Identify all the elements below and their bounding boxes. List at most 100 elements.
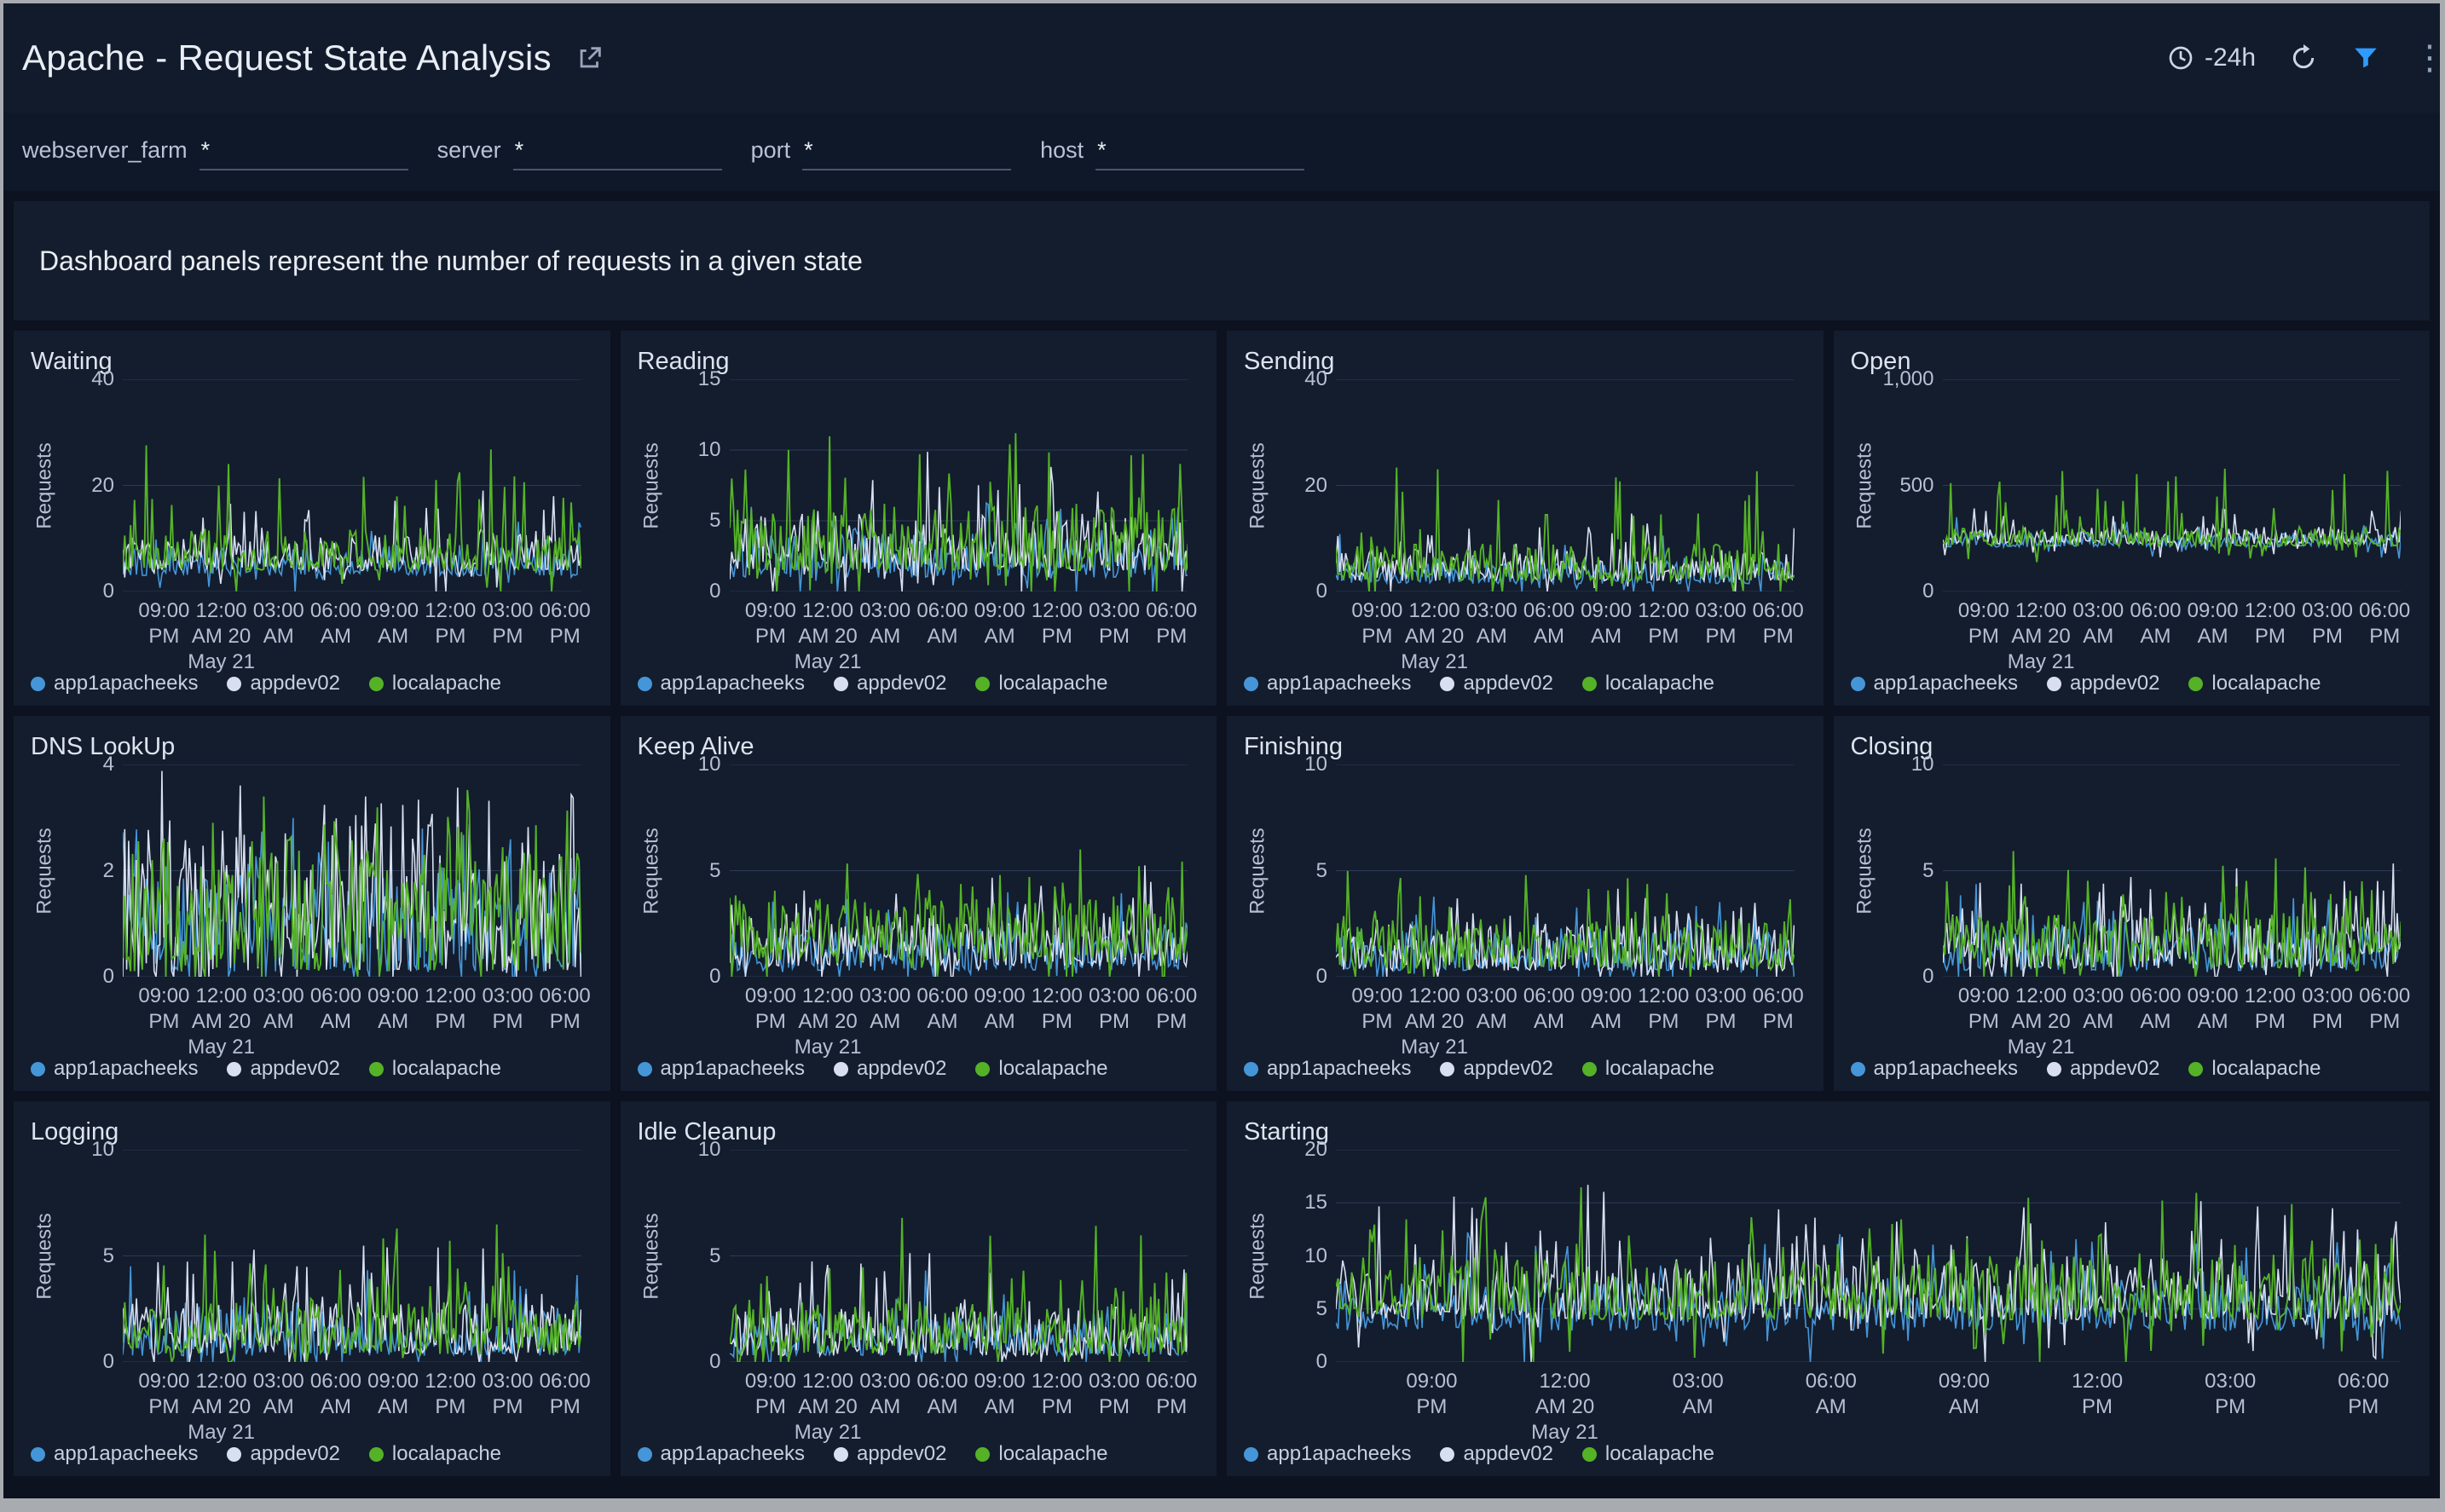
kebab-menu-icon[interactable]: ⋮ — [2413, 41, 2445, 75]
y-tick-label: 5 — [1316, 1297, 1327, 1321]
legend-item-app1apacheeks[interactable]: app1apacheeks — [31, 672, 198, 695]
legend-item-appdev02[interactable]: appdev02 — [1440, 672, 1552, 695]
legend-item-app1apacheeks[interactable]: app1apacheeks — [638, 1442, 805, 1466]
legend-item-localapache[interactable]: localapache — [2188, 672, 2321, 695]
legend-item-appdev02[interactable]: appdev02 — [227, 1442, 339, 1466]
x-tick-label: 06:00AM — [2130, 984, 2181, 1035]
legend-item-appdev02[interactable]: appdev02 — [2047, 1057, 2159, 1081]
legend-label: appdev02 — [1463, 1057, 1552, 1081]
y-axis-ticks: 024 — [60, 765, 123, 977]
legend-item-app1apacheeks[interactable]: app1apacheeks — [31, 1442, 198, 1466]
y-tick-label: 10 — [1304, 753, 1327, 776]
legend-dot — [227, 1062, 241, 1076]
legend: app1apacheeks appdev02 localapache — [1851, 1050, 2413, 1081]
legend-dot — [1851, 677, 1865, 691]
x-axis-ticks: 09:00PM12:00AM 20May 2103:00AM06:00AM09:… — [123, 592, 581, 665]
filter-webserver-farm: webserver_farm — [22, 134, 408, 170]
header-actions: -24h — [2167, 43, 2380, 72]
legend-dot — [975, 1447, 990, 1462]
x-tick-label: 03:00AM — [253, 984, 304, 1035]
chart-area: Requests05001,00009:00PM12:00AM 20May 21… — [1851, 379, 2413, 665]
legend-label: appdev02 — [2070, 672, 2159, 695]
x-tick-label: 12:00AM 20May 21 — [2008, 598, 2075, 675]
y-tick-label: 40 — [91, 367, 114, 391]
legend-item-appdev02[interactable]: appdev02 — [227, 672, 339, 695]
legend-item-app1apacheeks[interactable]: app1apacheeks — [1851, 1057, 2018, 1081]
chart-plot — [1943, 379, 2402, 592]
legend-item-localapache[interactable]: localapache — [369, 672, 501, 695]
series-line-app1apacheeks — [1943, 517, 2402, 558]
legend-item-localapache[interactable]: localapache — [2188, 1057, 2321, 1081]
x-tick-label: 09:00AM — [367, 598, 419, 649]
legend-item-appdev02[interactable]: appdev02 — [834, 1442, 946, 1466]
legend-item-app1apacheeks[interactable]: app1apacheeks — [638, 672, 805, 695]
filter-host-input[interactable] — [1095, 134, 1304, 170]
chart-plot — [1943, 765, 2402, 977]
series-line-localapache — [730, 433, 1188, 592]
legend-item-localapache[interactable]: localapache — [369, 1442, 501, 1466]
x-tick-label: 03:00PM — [482, 1369, 533, 1420]
legend: app1apacheeks appdev02 localapache — [31, 1050, 593, 1081]
legend-item-appdev02[interactable]: appdev02 — [1440, 1442, 1552, 1466]
legend-item-app1apacheeks[interactable]: app1apacheeks — [1851, 672, 2018, 695]
y-axis-ticks: 05101520 — [1273, 1150, 1336, 1362]
legend-item-appdev02[interactable]: appdev02 — [834, 672, 946, 695]
time-range-button[interactable]: -24h — [2167, 43, 2256, 72]
legend-item-localapache[interactable]: localapache — [975, 1057, 1107, 1081]
filter-port-input[interactable] — [802, 134, 1011, 170]
legend-item-localapache[interactable]: localapache — [975, 1442, 1107, 1466]
clock-icon — [2167, 44, 2194, 72]
y-axis-label: Requests — [1246, 442, 1270, 528]
share-icon[interactable] — [575, 43, 604, 72]
legend-item-appdev02[interactable]: appdev02 — [834, 1057, 946, 1081]
refresh-button[interactable] — [2290, 44, 2317, 72]
legend-dot — [638, 677, 652, 691]
legend-item-localapache[interactable]: localapache — [1582, 1057, 1714, 1081]
filter-port-label: port — [751, 137, 791, 164]
x-tick-label: 12:00AM 20May 21 — [188, 984, 255, 1060]
legend-item-app1apacheeks[interactable]: app1apacheeks — [1244, 1442, 1411, 1466]
x-tick-label: 12:00AM 20May 21 — [188, 1369, 255, 1446]
x-tick-label: 12:00PM — [2245, 984, 2296, 1035]
legend-label: localapache — [998, 1057, 1107, 1081]
legend-item-appdev02[interactable]: appdev02 — [1440, 1057, 1552, 1081]
legend-item-app1apacheeks[interactable]: app1apacheeks — [638, 1057, 805, 1081]
x-axis-ticks: 09:00PM12:00AM 20May 2103:00AM06:00AM09:… — [123, 1362, 581, 1435]
chart-plot — [730, 765, 1188, 977]
legend-item-localapache[interactable]: localapache — [975, 672, 1107, 695]
legend-item-localapache[interactable]: localapache — [369, 1057, 501, 1081]
x-tick-label: 09:00PM — [1351, 984, 1402, 1035]
x-tick-label: 06:00AM — [310, 598, 361, 649]
y-tick-label: 0 — [709, 965, 720, 989]
legend-item-app1apacheeks[interactable]: app1apacheeks — [1244, 1057, 1411, 1081]
panel-waiting: WaitingRequests0204009:00PM12:00AM 20May… — [14, 331, 610, 706]
series-line-localapache — [1943, 469, 2402, 563]
filter-server-input[interactable] — [513, 134, 722, 170]
y-tick-label: 0 — [103, 1350, 114, 1374]
x-tick-label: 06:00PM — [1146, 598, 1197, 649]
x-tick-label: 03:00PM — [482, 984, 533, 1035]
legend-dot — [1582, 677, 1597, 691]
x-tick-label: 09:00PM — [138, 1369, 189, 1420]
legend-label: localapache — [1605, 672, 1714, 695]
x-tick-label: 03:00PM — [2302, 598, 2353, 649]
filter-webserver-farm-input[interactable] — [199, 134, 408, 170]
x-tick-label: 06:00AM — [1523, 984, 1575, 1035]
x-tick-label: 09:00AM — [367, 984, 419, 1035]
legend-item-appdev02[interactable]: appdev02 — [2047, 672, 2159, 695]
x-tick-label: 03:00PM — [1089, 598, 1140, 649]
y-tick-label: 0 — [103, 580, 114, 603]
panel-title: Keep Alive — [638, 733, 1200, 761]
legend-item-app1apacheeks[interactable]: app1apacheeks — [1244, 672, 1411, 695]
chart-area: Requests0204009:00PM12:00AM 20May 2103:0… — [1244, 379, 1806, 665]
filter-button[interactable] — [2351, 43, 2380, 72]
y-axis-label: Requests — [640, 1213, 664, 1299]
legend-item-localapache[interactable]: localapache — [1582, 1442, 1714, 1466]
x-tick-label: 06:00AM — [1806, 1369, 1857, 1420]
panel-title: Sending — [1244, 348, 1806, 376]
legend-item-localapache[interactable]: localapache — [1582, 672, 1714, 695]
legend-item-app1apacheeks[interactable]: app1apacheeks — [31, 1057, 198, 1081]
legend-item-appdev02[interactable]: appdev02 — [227, 1057, 339, 1081]
legend-label: appdev02 — [1463, 672, 1552, 695]
x-tick-label: 12:00PM — [425, 598, 476, 649]
